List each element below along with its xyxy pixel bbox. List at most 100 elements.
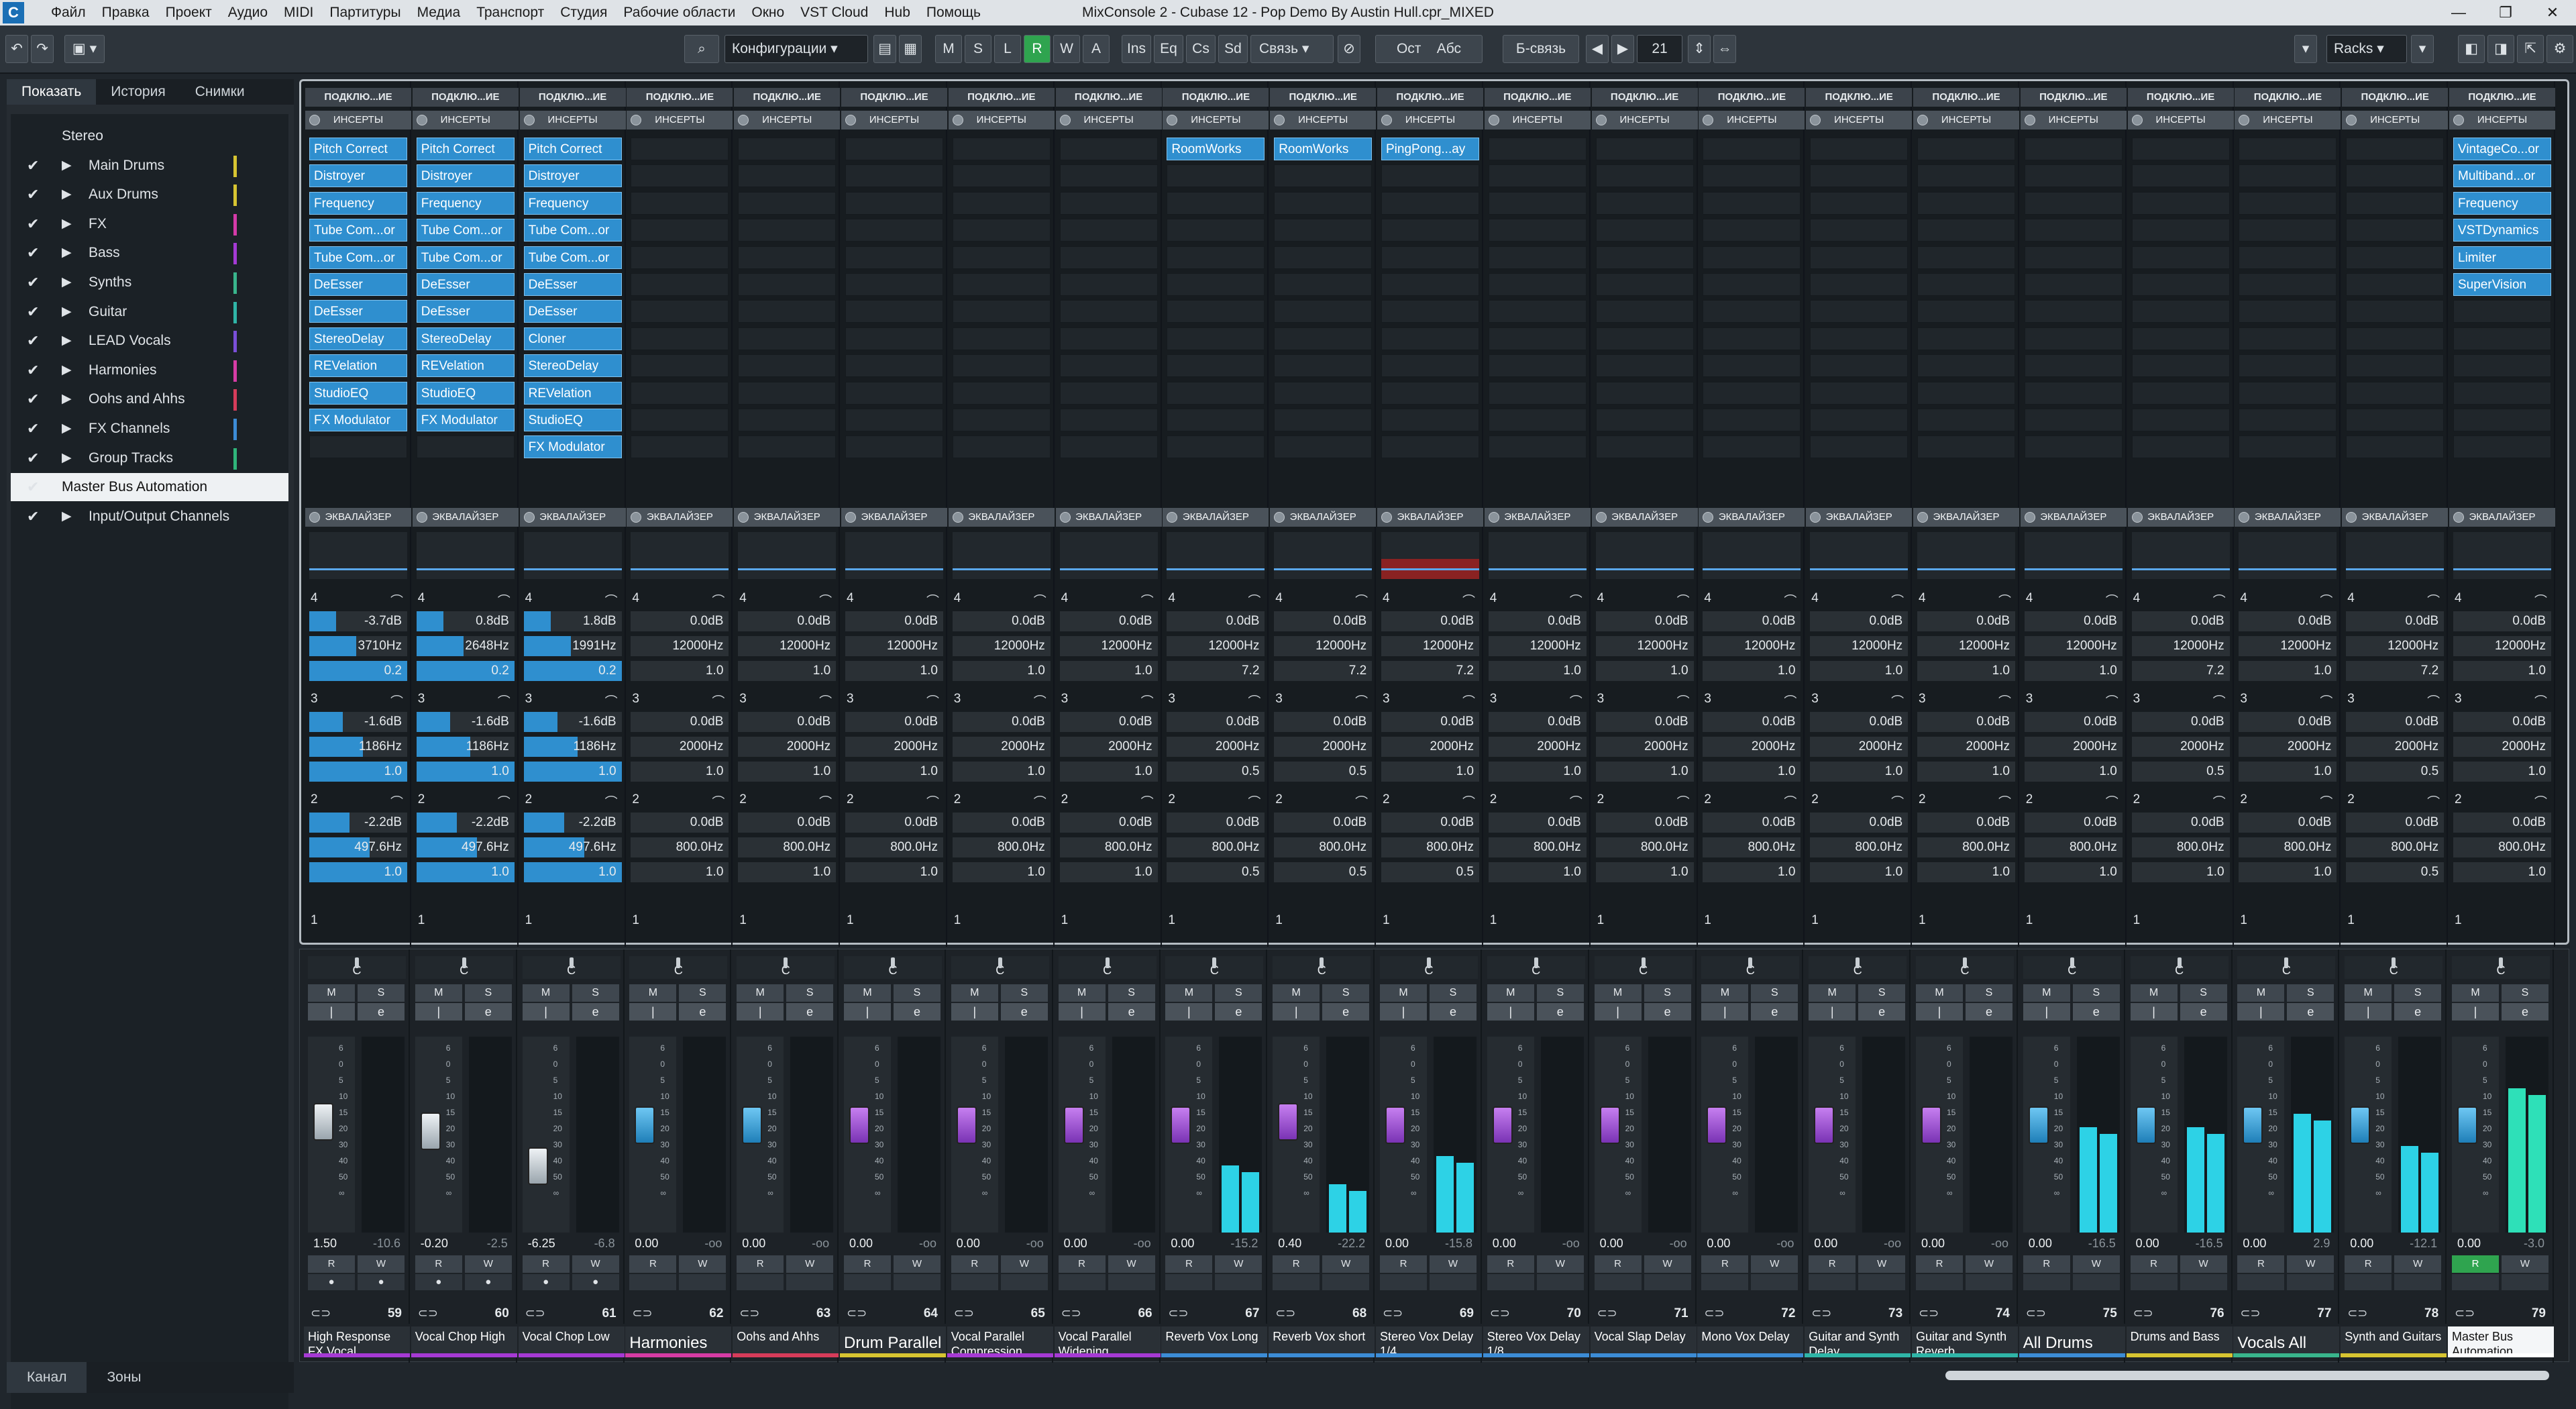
record-button[interactable] <box>1108 1274 1155 1290</box>
empty-insert-slot[interactable] <box>1810 381 1909 405</box>
empty-insert-slot[interactable] <box>1810 327 1909 350</box>
eq-value[interactable]: 1.0 <box>738 762 837 782</box>
eq-value[interactable]: 0.0dB <box>1059 813 1158 833</box>
empty-insert-slot[interactable] <box>952 138 1051 160</box>
link-icon[interactable]: ⊂⊃ <box>1275 1306 1295 1320</box>
eq-band-type-icon[interactable]: ⌒ <box>1784 591 1796 609</box>
empty-insert-slot[interactable] <box>845 164 943 188</box>
eq-value[interactable]: 0.5 <box>1381 862 1479 882</box>
fader-value[interactable]: 1.50 <box>313 1237 337 1251</box>
empty-insert-slot[interactable] <box>1703 300 1801 323</box>
read-button[interactable]: R <box>415 1255 462 1273</box>
empty-insert-slot[interactable] <box>1381 354 1479 378</box>
pan-control[interactable]: C <box>951 956 1049 979</box>
link-icon[interactable]: ⊂⊃ <box>1919 1306 1939 1320</box>
insert-power-icon[interactable] <box>523 115 535 125</box>
bottom-tab[interactable]: Зоны <box>87 1362 161 1393</box>
inserts-header[interactable]: ИНСЕРТЫ <box>948 111 1055 129</box>
eq-value[interactable]: 1.0 <box>2024 661 2123 681</box>
monitor-button[interactable] <box>1916 1274 1963 1290</box>
read-button[interactable]: R <box>951 1255 998 1273</box>
insert-slot[interactable]: Multiband...or <box>2453 164 2551 188</box>
listen-button[interactable]: | <box>1594 1003 1642 1021</box>
mute-button[interactable]: M <box>951 984 998 1002</box>
left-zone-tab[interactable]: История <box>96 79 180 105</box>
read-button[interactable]: R <box>1165 1255 1213 1273</box>
empty-insert-slot[interactable] <box>2346 354 2445 378</box>
eq-value[interactable]: 0.0dB <box>631 712 729 732</box>
empty-insert-slot[interactable] <box>2024 164 2123 188</box>
link-icon[interactable]: ⊂⊃ <box>954 1306 974 1320</box>
eq-value[interactable]: 0.0dB <box>631 611 729 631</box>
eq-header[interactable]: ЭКВАЛАЙЗЕР <box>2342 508 2449 527</box>
empty-insert-slot[interactable] <box>1595 327 1694 350</box>
tree-item[interactable]: ✔ ▶ LEAD Vocals <box>11 327 288 355</box>
eq-band-type-icon[interactable]: ⌒ <box>1355 792 1368 811</box>
empty-insert-slot[interactable] <box>952 273 1051 296</box>
eq-band-type-icon[interactable]: ⌒ <box>1141 692 1154 710</box>
edit-icon[interactable]: e <box>2287 1003 2334 1021</box>
eq-value[interactable]: 7.2 <box>1381 661 1479 681</box>
empty-insert-slot[interactable] <box>1167 191 1265 215</box>
solo-button[interactable]: S <box>464 984 512 1002</box>
mute-button[interactable]: M <box>1058 984 1106 1002</box>
read-button[interactable]: R <box>1916 1255 1963 1273</box>
horizontal-scrollbar[interactable] <box>1945 1371 2549 1380</box>
eq-value[interactable]: 2000Hz <box>2131 737 2230 757</box>
expand-arrow-icon[interactable]: ▶ <box>62 239 72 267</box>
empty-insert-slot[interactable] <box>1917 273 2015 296</box>
eq-power-icon[interactable] <box>2131 512 2143 523</box>
expand-arrow-icon[interactable]: ▶ <box>62 415 72 443</box>
mute-button[interactable]: M <box>1273 984 1320 1002</box>
eq-value[interactable]: 2000Hz <box>1381 737 1479 757</box>
empty-insert-slot[interactable] <box>2346 191 2445 215</box>
eq-value[interactable]: 800.0Hz <box>845 837 943 857</box>
empty-insert-slot[interactable] <box>1703 273 1801 296</box>
insert-slot[interactable]: Tube Com...or <box>416 219 515 242</box>
eq-value[interactable]: 1.0 <box>631 762 729 782</box>
empty-insert-slot[interactable] <box>1810 435 1909 459</box>
write-button[interactable]: W <box>1108 1255 1155 1273</box>
fader-handle[interactable] <box>2135 1106 2156 1144</box>
fader-handle[interactable] <box>1814 1106 1835 1144</box>
inserts-header[interactable]: ИНСЕРТЫ <box>1377 111 1483 129</box>
empty-insert-slot[interactable] <box>2024 435 2123 459</box>
insert-power-icon[interactable] <box>631 115 642 125</box>
menu-item[interactable]: MIDI <box>276 0 321 25</box>
listen-button[interactable]: | <box>308 1003 355 1021</box>
edit-icon[interactable]: e <box>786 1003 834 1021</box>
eq-value[interactable]: 0.0dB <box>2131 712 2230 732</box>
eq-curve[interactable] <box>845 532 943 579</box>
expand-arrow-icon[interactable]: ▶ <box>62 210 72 238</box>
eq-value[interactable]: 1.0 <box>952 862 1051 882</box>
empty-insert-slot[interactable] <box>1488 164 1587 188</box>
mute-button[interactable]: M <box>415 984 462 1002</box>
record-button[interactable] <box>1751 1274 1799 1290</box>
eq-value[interactable]: 0.0dB <box>738 813 837 833</box>
empty-insert-slot[interactable] <box>2131 409 2230 431</box>
eq-value[interactable]: 2000Hz <box>845 737 943 757</box>
insert-slot[interactable]: REVelation <box>309 354 407 378</box>
fader-value[interactable]: -0.20 <box>421 1237 448 1251</box>
eq-value[interactable]: 1186Hz <box>309 737 407 757</box>
write-button[interactable]: W <box>2072 1255 2120 1273</box>
eq-band-type-icon[interactable]: ⌒ <box>605 591 618 609</box>
eq-value[interactable]: 0.5 <box>2346 762 2445 782</box>
solo-button[interactable]: S <box>2502 984 2548 1002</box>
tree-item[interactable]: ✔ ▶ Guitar <box>11 298 288 326</box>
insert-power-icon[interactable] <box>416 115 427 125</box>
eq-value[interactable]: 0.0dB <box>1810 813 1909 833</box>
record-button[interactable] <box>1322 1274 1370 1290</box>
eq-value[interactable]: 1.8dB <box>523 611 622 631</box>
write-button[interactable]: W <box>1430 1255 1477 1273</box>
empty-insert-slot[interactable] <box>1167 300 1265 323</box>
empty-insert-slot[interactable] <box>952 219 1051 242</box>
eq-band-type-icon[interactable]: ⌒ <box>2106 692 2118 710</box>
write-button[interactable]: W <box>1858 1255 1906 1273</box>
fader-handle[interactable] <box>1278 1103 1299 1141</box>
insert-slot[interactable]: StereoDelay <box>416 327 515 350</box>
eq-value[interactable]: 1.0 <box>1059 862 1158 882</box>
eq-header[interactable]: ЭКВАЛАЙЗЕР <box>1055 508 1162 527</box>
mute-button[interactable]: M <box>844 984 891 1002</box>
eq-value[interactable]: 1.0 <box>1595 661 1694 681</box>
